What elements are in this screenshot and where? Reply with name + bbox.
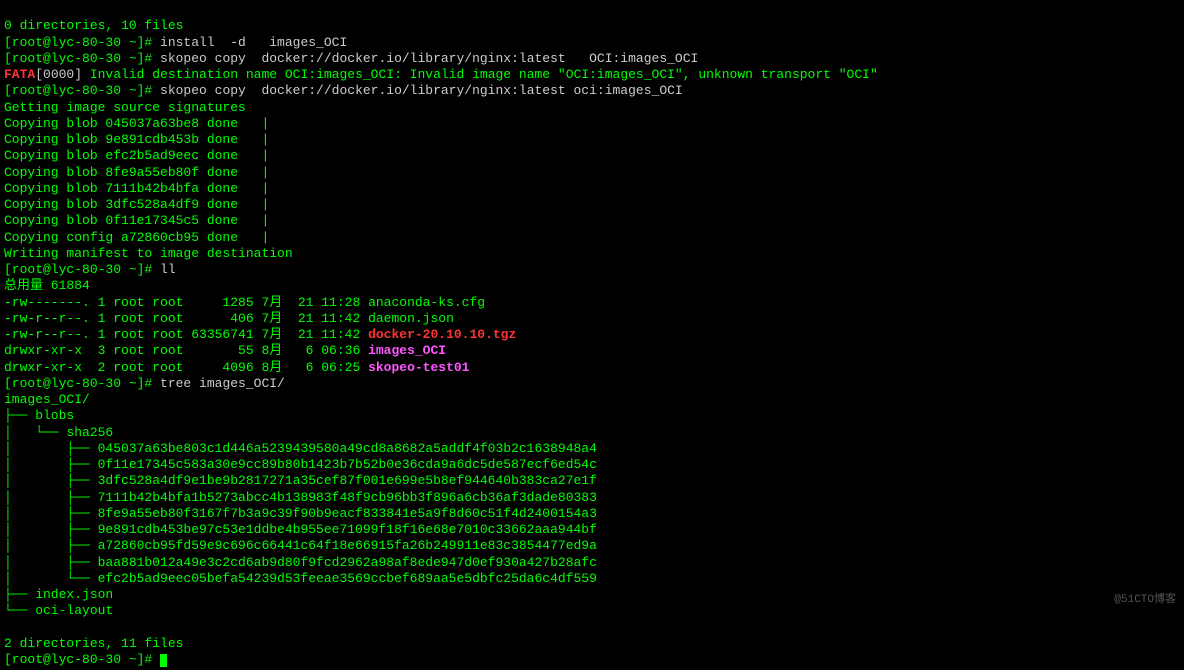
tree-line: │ ├── 3dfc528a4df9e1be9b2817271a35cef87f… (4, 473, 597, 488)
tree-line: │ ├── baa881b012a49e3c2cd6ab9d80f9fcd296… (4, 555, 597, 570)
command: install -d images_OCI (160, 35, 347, 50)
ls-row: -rw-r--r--. 1 root root 63356741 7月 21 1… (4, 327, 368, 342)
tree-line: ├── blobs (4, 408, 74, 423)
command: skopeo copy docker://docker.io/library/n… (160, 51, 698, 66)
ls-row: drwxr-xr-x 3 root root 55 8月 6 06:36 (4, 343, 368, 358)
output-line: 0 directories, 10 files (4, 18, 183, 33)
prompt: [root@lyc-80-30 ~]# (4, 83, 160, 98)
fata-ts: [0000] (35, 67, 82, 82)
output-line: 总用量 61884 (4, 278, 90, 293)
output-line: Copying blob 9e891cdb453b done | (4, 132, 269, 147)
tree-line: │ └── efc2b5ad9eec05befa54239d53feeae356… (4, 571, 597, 586)
tree-root: images_OCI/ (4, 392, 90, 407)
tree-line: │ ├── 0f11e17345c583a30e9cc89b80b1423b7b… (4, 457, 597, 472)
filename-dir: skopeo-test01 (368, 360, 469, 375)
tree-line: │ └── sha256 (4, 425, 113, 440)
tree-line: │ ├── 8fe9a55eb80f3167f7b3a9c39f90b9eacf… (4, 506, 597, 521)
tree-line: │ ├── 7111b42b4bfa1b5273abcc4b138983f48f… (4, 490, 597, 505)
prompt: [root@lyc-80-30 ~]# (4, 35, 160, 50)
filename-dir: images_OCI (368, 343, 446, 358)
output-line: Copying blob efc2b5ad9eec done | (4, 148, 269, 163)
filename: daemon.json (368, 311, 454, 326)
command: skopeo copy docker://docker.io/library/n… (160, 83, 683, 98)
output-line: Copying blob 0f11e17345c5 done | (4, 213, 269, 228)
output-line: 2 directories, 11 files (4, 636, 183, 651)
tree-line: ├── index.json (4, 587, 113, 602)
ls-row: -rw-------. 1 root root 1285 7月 21 11:28 (4, 295, 368, 310)
watermark: @51CTO博客 (1114, 594, 1176, 608)
output-line: Copying blob 045037a63be8 done | (4, 116, 269, 131)
ls-row: -rw-r--r--. 1 root root 406 7月 21 11:42 (4, 311, 368, 326)
output-line: Copying config a72860cb95 done | (4, 230, 269, 245)
command: ll (160, 262, 176, 277)
prompt: [root@lyc-80-30 ~]# (4, 376, 160, 391)
output-line: Copying blob 8fe9a55eb80f done | (4, 165, 269, 180)
terminal-output: 0 directories, 10 files [root@lyc-80-30 … (0, 0, 1184, 670)
output-line: Writing manifest to image destination (4, 246, 293, 261)
output-line: Getting image source signatures (4, 100, 246, 115)
filename-archive: docker-20.10.10.tgz (368, 327, 516, 342)
fata-label: FATA (4, 67, 35, 82)
prompt: [root@lyc-80-30 ~]# (4, 652, 160, 667)
command: tree images_OCI/ (160, 376, 285, 391)
cursor[interactable] (160, 654, 167, 667)
prompt: [root@lyc-80-30 ~]# (4, 262, 160, 277)
prompt: [root@lyc-80-30 ~]# (4, 51, 160, 66)
tree-line: │ ├── 045037a63be803c1d446a5239439580a49… (4, 441, 597, 456)
tree-line: │ ├── a72860cb95fd59e9c696c66441c64f18e6… (4, 538, 597, 553)
fata-msg: Invalid destination name OCI:images_OCI:… (82, 67, 878, 82)
tree-line: └── oci-layout (4, 603, 113, 618)
output-line: Copying blob 3dfc528a4df9 done | (4, 197, 269, 212)
filename: anaconda-ks.cfg (368, 295, 485, 310)
ls-row: drwxr-xr-x 2 root root 4096 8月 6 06:25 (4, 360, 368, 375)
tree-line: │ ├── 9e891cdb453be97c53e1ddbe4b955ee710… (4, 522, 597, 537)
output-line: Copying blob 7111b42b4bfa done | (4, 181, 269, 196)
